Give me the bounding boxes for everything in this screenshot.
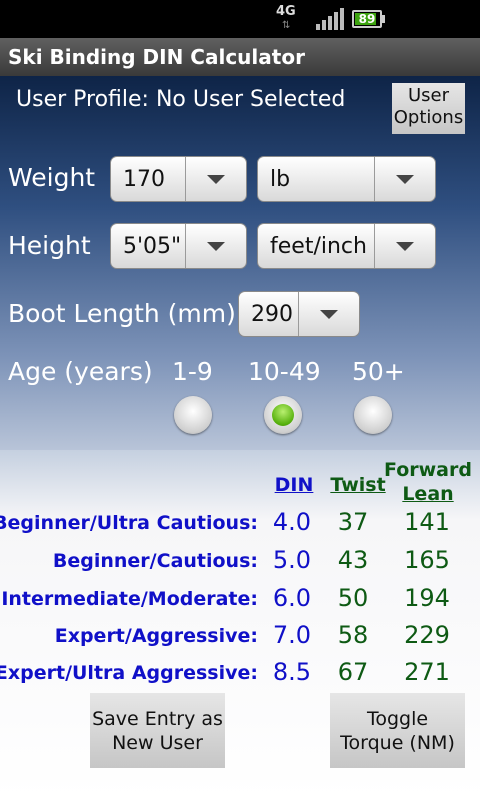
din-column-header: DIN — [274, 474, 314, 496]
battery-tip — [382, 15, 385, 23]
row-label-beginner-cautious: Beginner/Cautious: — [52, 550, 258, 572]
row-label-beginner-ultra-cautious: Beginner/Ultra Cautious: — [0, 512, 258, 534]
forward-lean-header-line1: Forward — [384, 459, 472, 481]
user-options-button[interactable]: User Options — [392, 83, 465, 134]
status-bar: 4G ⇅ 89 — [0, 0, 480, 38]
boot-length-value: 290 — [251, 302, 293, 327]
twist-value: 37 — [337, 508, 369, 536]
save-entry-line1: Save Entry as — [92, 708, 223, 730]
user-profile-label: User Profile: No User Selected — [16, 87, 346, 112]
battery-level: 89 — [358, 12, 376, 26]
weight-value: 170 — [123, 167, 165, 192]
age-radio-1-9[interactable] — [174, 396, 212, 434]
forward-lean-value: 194 — [404, 584, 450, 612]
forward-lean-value: 165 — [404, 546, 450, 574]
forward-lean-value: 271 — [404, 658, 450, 686]
user-options-line1: User — [407, 85, 450, 106]
din-value: 5.0 — [272, 546, 312, 574]
row-label-expert-ultra-aggressive: Expert/Ultra Aggressive: — [0, 662, 258, 684]
save-entry-button[interactable]: Save Entry as New User — [90, 693, 225, 768]
twist-value: 50 — [337, 584, 369, 612]
din-value: 8.5 — [272, 658, 312, 686]
data-activity-icon: ⇅ — [282, 20, 291, 31]
height-value: 5'05" — [123, 234, 182, 259]
chevron-down-icon[interactable] — [185, 157, 246, 201]
boot-length-label: Boot Length (mm) — [8, 299, 236, 328]
age-radio-10-49[interactable] — [264, 396, 302, 434]
app-title: Ski Binding DIN Calculator — [0, 38, 480, 76]
din-value: 6.0 — [272, 584, 312, 612]
age-radio-50plus[interactable] — [354, 396, 392, 434]
row-label-intermediate-moderate: Intermediate/Moderate: — [1, 588, 258, 610]
weight-label: Weight — [8, 163, 96, 192]
height-value-spinner[interactable]: 5'05" — [110, 223, 247, 269]
din-value: 7.0 — [272, 621, 312, 649]
weight-value-spinner[interactable]: 170 — [110, 156, 247, 202]
twist-value: 67 — [337, 658, 369, 686]
battery-icon: 89 — [352, 10, 382, 28]
forward-lean-header-line2: Lean — [402, 483, 454, 505]
chevron-down-icon[interactable] — [374, 157, 435, 201]
age-option-1-9-label: 1-9 — [172, 357, 213, 386]
user-options-line2: Options — [393, 107, 464, 128]
input-panel: User Profile: No User Selected User Opti… — [0, 76, 480, 450]
weight-unit: lb — [270, 167, 291, 192]
forward-lean-column-header: Forward Lean — [382, 458, 474, 506]
toggle-torque-button[interactable]: Toggle Torque (NM) — [330, 693, 465, 768]
din-value: 4.0 — [272, 508, 312, 536]
network-indicator: 4G — [276, 4, 296, 19]
twist-value: 43 — [337, 546, 369, 574]
row-label-expert-aggressive: Expert/Aggressive: — [54, 625, 258, 647]
boot-length-spinner[interactable]: 290 — [238, 291, 360, 337]
age-option-10-49-label: 10-49 — [248, 357, 321, 386]
forward-lean-value: 141 — [404, 508, 450, 536]
signal-strength-icon — [316, 8, 346, 30]
chevron-down-icon[interactable] — [374, 224, 435, 268]
height-unit: feet/inch — [270, 234, 367, 259]
results-panel: DIN Twist Forward Lean Beginner/Ultra Ca… — [0, 450, 480, 800]
chevron-down-icon[interactable] — [298, 292, 359, 336]
twist-column-header: Twist — [330, 474, 386, 496]
chevron-down-icon[interactable] — [185, 224, 246, 268]
save-entry-line2: New User — [112, 732, 203, 754]
age-option-50plus-label: 50+ — [352, 357, 405, 386]
height-label: Height — [8, 231, 91, 260]
toggle-torque-line1: Toggle — [366, 708, 429, 730]
toggle-torque-line2: Torque (NM) — [340, 732, 455, 754]
age-label: Age (years) — [8, 357, 153, 386]
forward-lean-value: 229 — [404, 621, 450, 649]
weight-unit-spinner[interactable]: lb — [257, 156, 436, 202]
height-unit-spinner[interactable]: feet/inch — [257, 223, 436, 269]
twist-value: 58 — [337, 621, 369, 649]
